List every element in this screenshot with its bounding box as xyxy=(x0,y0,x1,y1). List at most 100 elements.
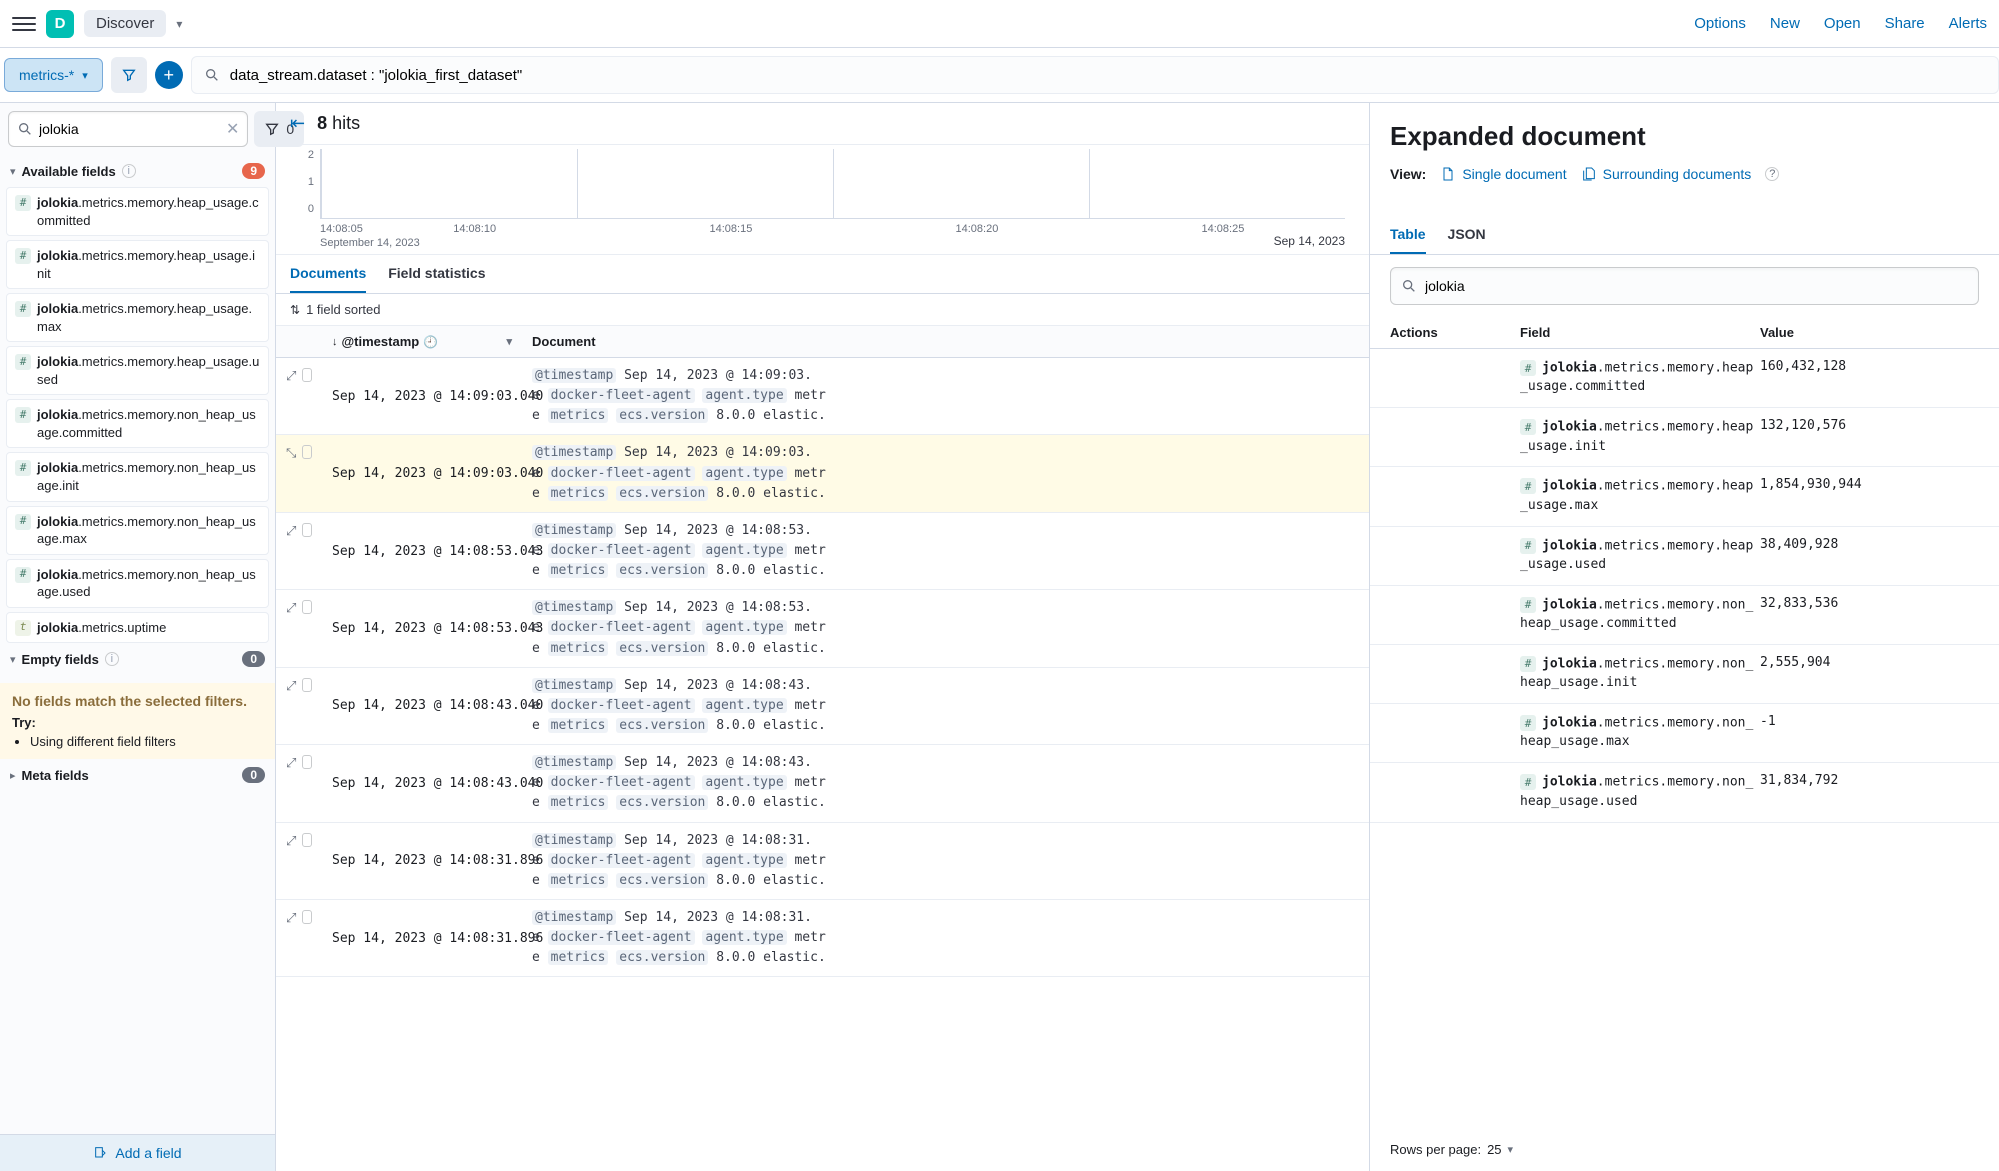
sort-label: 1 field sorted xyxy=(306,302,380,317)
field-item[interactable]: #jolokia.metrics.memory.heap_usage.used xyxy=(6,346,269,395)
table-row[interactable]: ⤡Sep 14, 2023 @ 14:09:03.040@timestamp S… xyxy=(276,435,1369,512)
add-filter-button[interactable]: + xyxy=(155,61,183,89)
flyout-field-row[interactable]: #jolokia.metrics.memory.heap_usage.init1… xyxy=(1370,408,1999,467)
flyout-field-row[interactable]: #jolokia.metrics.memory.non_heap_usage.u… xyxy=(1370,763,1999,822)
table-row[interactable]: ⤢Sep 14, 2023 @ 14:08:31.896@timestamp S… xyxy=(276,823,1369,900)
collapse-sidebar-icon[interactable]: ⇤ xyxy=(290,113,305,134)
column-document[interactable]: Document xyxy=(522,326,1369,357)
field-item[interactable]: #jolokia.metrics.memory.heap_usage.commi… xyxy=(6,187,269,236)
top-link-options[interactable]: Options xyxy=(1694,15,1746,32)
expand-row-icon[interactable]: ⤢ xyxy=(286,368,296,384)
cell-document: @timestamp Sep 14, 2023 @ 14:08:53.e doc… xyxy=(522,513,1369,589)
rows-per-page-selector[interactable]: Rows per page: 25 ▾ xyxy=(1370,1128,1999,1171)
number-field-icon: # xyxy=(1520,360,1536,376)
field-item[interactable]: #jolokia.metrics.memory.non_heap_usage.u… xyxy=(6,559,269,608)
field-name-label: jolokia.metrics.uptime xyxy=(37,619,166,637)
table-row[interactable]: ⤢Sep 14, 2023 @ 14:08:43.040@timestamp S… xyxy=(276,668,1369,745)
tab-json[interactable]: JSON xyxy=(1448,216,1486,254)
flyout-field-row[interactable]: #jolokia.metrics.memory.heap_usage.max1,… xyxy=(1370,467,1999,526)
top-link-open[interactable]: Open xyxy=(1824,15,1861,32)
meta-fields-header[interactable]: ▸ Meta fields 0 xyxy=(0,759,275,791)
field-item[interactable]: #jolokia.metrics.memory.heap_usage.max xyxy=(6,293,269,342)
single-document-link[interactable]: Single document xyxy=(1440,166,1566,182)
top-link-share[interactable]: Share xyxy=(1885,15,1925,32)
table-row[interactable]: ⤢Sep 14, 2023 @ 14:09:03.040@timestamp S… xyxy=(276,358,1369,435)
tab-field-statistics[interactable]: Field statistics xyxy=(388,255,485,293)
available-fields-header[interactable]: ▾ Available fields i 9 xyxy=(0,155,275,187)
filter-icon xyxy=(121,67,137,83)
hits-word: hits xyxy=(332,113,360,133)
surrounding-documents-link[interactable]: Surrounding documents xyxy=(1581,166,1752,182)
flyout-search-input[interactable] xyxy=(1425,278,1968,294)
hits-label: 8 hits xyxy=(317,113,360,134)
column-actions: Actions xyxy=(1390,325,1520,340)
info-icon[interactable]: i xyxy=(105,652,119,666)
chevron-down-icon[interactable]: ▾ xyxy=(176,17,182,31)
field-item[interactable]: tjolokia.metrics.uptime xyxy=(6,612,269,644)
query-input[interactable] xyxy=(230,67,1986,84)
empty-fields-header[interactable]: ▾ Empty fields i 0 xyxy=(0,643,275,675)
chevron-down-icon[interactable]: ▾ xyxy=(506,335,512,348)
expand-row-icon[interactable]: ⤢ xyxy=(286,755,296,771)
cell-field: #jolokia.metrics.memory.heap_usage.max xyxy=(1520,477,1760,515)
cell-value: 32,833,536 xyxy=(1760,596,1979,611)
flyout-field-row[interactable]: #jolokia.metrics.memory.non_heap_usage.m… xyxy=(1370,704,1999,763)
number-field-icon: # xyxy=(15,301,31,317)
top-link-new[interactable]: New xyxy=(1770,15,1800,32)
top-link-alerts[interactable]: Alerts xyxy=(1949,15,1987,32)
flyout-field-row[interactable]: #jolokia.metrics.memory.non_heap_usage.i… xyxy=(1370,645,1999,704)
column-timestamp[interactable]: ↓ @timestamp 🕘 ▾ xyxy=(322,326,522,357)
flyout-field-row[interactable]: #jolokia.metrics.memory.heap_usage.used3… xyxy=(1370,527,1999,586)
expand-row-icon[interactable]: ⤢ xyxy=(286,600,296,616)
row-checkbox[interactable] xyxy=(302,523,312,537)
table-row[interactable]: ⤢Sep 14, 2023 @ 14:08:53.043@timestamp S… xyxy=(276,590,1369,667)
info-icon[interactable]: i xyxy=(122,164,136,178)
surrounding-documents-label: Surrounding documents xyxy=(1603,166,1752,182)
flyout-search-box[interactable] xyxy=(1390,267,1979,305)
row-checkbox[interactable] xyxy=(302,368,312,382)
row-checkbox[interactable] xyxy=(302,600,312,614)
tab-documents[interactable]: Documents xyxy=(290,255,366,293)
row-checkbox[interactable] xyxy=(302,833,312,847)
field-item[interactable]: #jolokia.metrics.memory.non_heap_usage.c… xyxy=(6,399,269,448)
field-search-input[interactable] xyxy=(39,121,220,137)
query-input-container[interactable] xyxy=(191,56,1999,94)
info-icon[interactable]: ? xyxy=(1765,167,1779,181)
clear-search-icon[interactable]: ✕ xyxy=(226,119,239,139)
table-row[interactable]: ⤢Sep 14, 2023 @ 14:08:43.040@timestamp S… xyxy=(276,745,1369,822)
search-icon xyxy=(204,67,220,83)
flyout-field-row[interactable]: #jolokia.metrics.memory.heap_usage.commi… xyxy=(1370,349,1999,408)
hamburger-menu-icon[interactable] xyxy=(12,12,36,36)
table-row[interactable]: ⤢Sep 14, 2023 @ 14:08:53.043@timestamp S… xyxy=(276,513,1369,590)
row-checkbox[interactable] xyxy=(302,678,312,692)
row-checkbox[interactable] xyxy=(302,445,312,459)
cell-field: #jolokia.metrics.memory.heap_usage.init xyxy=(1520,418,1760,456)
column-value: Value xyxy=(1760,325,1979,340)
app-switcher-button[interactable]: Discover xyxy=(84,10,166,37)
field-item[interactable]: #jolokia.metrics.memory.non_heap_usage.m… xyxy=(6,506,269,555)
expand-row-icon[interactable]: ⤢ xyxy=(286,833,296,849)
x-tick: 14:08:15 xyxy=(710,223,753,235)
field-search-box[interactable]: ✕ xyxy=(8,111,248,147)
flyout-title: Expanded document xyxy=(1390,121,1979,152)
flyout-field-row[interactable]: #jolokia.metrics.memory.non_heap_usage.c… xyxy=(1370,586,1999,645)
field-item[interactable]: #jolokia.metrics.memory.non_heap_usage.i… xyxy=(6,452,269,501)
expand-row-icon[interactable]: ⤢ xyxy=(286,678,296,694)
number-field-icon: # xyxy=(1520,538,1536,554)
table-row[interactable]: ⤢Sep 14, 2023 @ 14:08:31.896@timestamp S… xyxy=(276,900,1369,977)
row-checkbox[interactable] xyxy=(302,910,312,924)
index-pattern-selector[interactable]: metrics-* ▾ xyxy=(4,58,103,92)
sort-summary[interactable]: ⇅ 1 field sorted xyxy=(276,294,1369,326)
field-item[interactable]: #jolokia.metrics.memory.heap_usage.init xyxy=(6,240,269,289)
expand-row-icon[interactable]: ⤢ xyxy=(286,910,296,926)
column-timestamp-label: @timestamp xyxy=(342,334,420,349)
expand-row-icon[interactable]: ⤡ xyxy=(286,445,296,461)
number-field-icon: # xyxy=(15,407,31,423)
add-field-button[interactable]: Add a field xyxy=(0,1134,275,1171)
hits-count: 8 xyxy=(317,113,327,133)
row-checkbox[interactable] xyxy=(302,755,312,769)
histogram-chart[interactable]: 2 1 0 14:08:05 September 14, 2023 14:08:… xyxy=(276,145,1369,255)
filter-button[interactable] xyxy=(111,57,147,93)
expand-row-icon[interactable]: ⤢ xyxy=(286,523,296,539)
tab-table[interactable]: Table xyxy=(1390,216,1426,254)
